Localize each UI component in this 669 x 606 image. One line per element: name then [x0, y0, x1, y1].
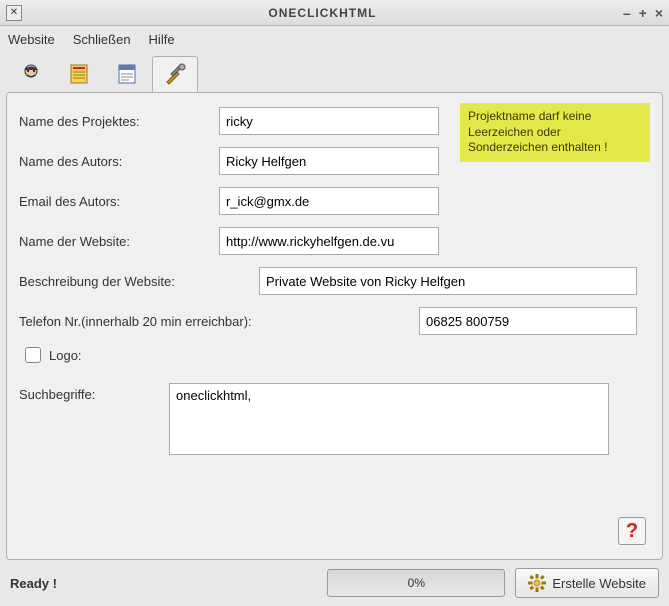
statusbar: Ready ! 0% Erstelle Website	[0, 560, 669, 606]
tab-page-icon[interactable]	[104, 56, 150, 92]
label-logo: Logo:	[49, 348, 82, 363]
input-keywords[interactable]	[169, 383, 609, 455]
tab-tools-icon[interactable]	[152, 56, 198, 92]
create-button-label: Erstelle Website	[552, 576, 646, 591]
input-email[interactable]	[219, 187, 439, 215]
toolbar	[0, 52, 669, 92]
label-phone: Telefon Nr.(innerhalb 20 min erreichbar)…	[19, 314, 419, 329]
label-project: Name des Projektes:	[19, 114, 219, 129]
input-author[interactable]	[219, 147, 439, 175]
input-desc[interactable]	[259, 267, 637, 295]
status-text: Ready !	[10, 576, 317, 591]
tab-document-icon[interactable]	[56, 56, 102, 92]
input-site[interactable]	[219, 227, 439, 255]
progress-bar: 0%	[327, 569, 505, 597]
label-author: Name des Autors:	[19, 154, 219, 169]
close-button[interactable]: ✕	[6, 5, 22, 21]
menu-website[interactable]: Website	[8, 32, 55, 47]
create-website-button[interactable]: Erstelle Website	[515, 568, 659, 598]
menubar: Website Schließen Hilfe	[0, 26, 669, 52]
menu-help[interactable]: Hilfe	[149, 32, 175, 47]
help-button[interactable]: ?	[618, 517, 646, 545]
tab-person-icon[interactable]	[8, 56, 54, 92]
checkbox-logo[interactable]	[25, 347, 41, 363]
label-email: Email des Autors:	[19, 194, 219, 209]
close-x-button[interactable]: ×	[655, 5, 663, 21]
input-project[interactable]	[219, 107, 439, 135]
minimize-button[interactable]: –	[623, 5, 631, 21]
warning-note: Projektname darf keine Leerzeichen oder …	[460, 103, 650, 162]
input-phone[interactable]	[419, 307, 637, 335]
gear-icon	[528, 574, 546, 592]
content-panel: Projektname darf keine Leerzeichen oder …	[6, 92, 663, 560]
label-desc: Beschreibung der Website:	[19, 274, 259, 289]
label-site: Name der Website:	[19, 234, 219, 249]
menu-close[interactable]: Schließen	[73, 32, 131, 47]
window-title: ONECLICKHTML	[22, 6, 623, 20]
maximize-button[interactable]: +	[639, 5, 647, 21]
titlebar: ✕ ONECLICKHTML – + ×	[0, 0, 669, 26]
label-keywords: Suchbegriffe:	[19, 383, 169, 402]
